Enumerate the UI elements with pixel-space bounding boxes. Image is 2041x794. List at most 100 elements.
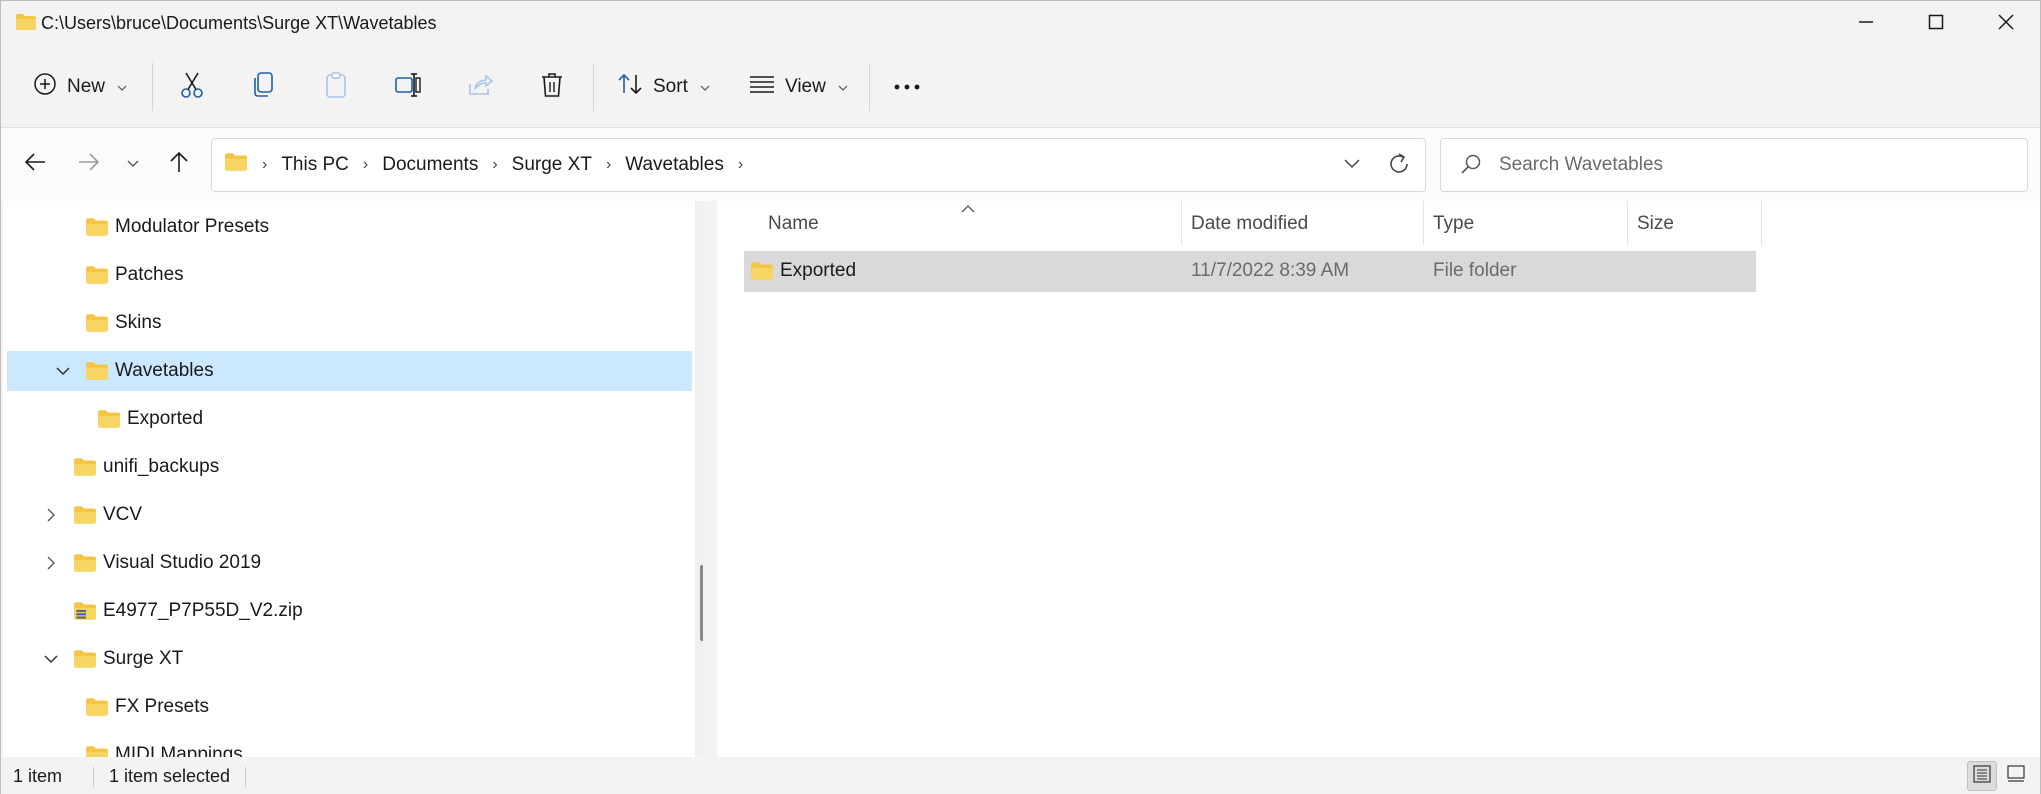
folder-icon	[224, 152, 248, 178]
breadcrumb: › This PC › Documents › Surge XT › Wavet…	[224, 139, 743, 191]
maximize-icon	[1928, 14, 1944, 35]
folder-icon	[73, 457, 97, 483]
tree-item-visual-studio-2019[interactable]: Visual Studio 2019	[7, 543, 692, 583]
share-icon	[467, 72, 494, 103]
close-icon	[1998, 13, 2014, 35]
tree-item-label: unifi_backups	[103, 456, 220, 477]
search-box[interactable]	[1440, 138, 2028, 192]
details-view-icon	[1973, 764, 1991, 788]
maximize-button[interactable]	[1901, 1, 1971, 47]
tree-item-wavetables[interactable]: Wavetables	[7, 351, 692, 391]
tree-item-unifi-backups[interactable]: unifi_backups	[7, 447, 692, 487]
delete-button[interactable]	[534, 69, 570, 105]
tree-item-skins[interactable]: Skins	[7, 303, 692, 343]
chevron-down-icon	[700, 80, 710, 94]
file-explorer-window: C:\Users\bruce\Documents\Surge XT\Waveta…	[0, 0, 2041, 794]
arrow-right-icon	[78, 152, 100, 177]
chevron-right-icon[interactable]: ›	[606, 156, 611, 174]
folder-icon	[85, 217, 109, 243]
expand-chevron-right-icon[interactable]	[41, 553, 61, 573]
nav-scrollbar-track[interactable]	[695, 201, 703, 757]
tree-item-zip-file[interactable]: E4977_P7P55D_V2.zip	[7, 591, 692, 631]
rename-button[interactable]	[390, 69, 426, 105]
cut-button[interactable]	[174, 69, 210, 105]
more-icon	[893, 78, 921, 96]
column-divider[interactable]	[1423, 201, 1424, 245]
column-header-size[interactable]: Size	[1637, 201, 1757, 247]
tree-item-vcv[interactable]: VCV	[7, 495, 692, 535]
column-divider[interactable]	[1181, 201, 1182, 245]
tree-item-exported[interactable]: Exported	[7, 399, 692, 439]
tree-item-label: Skins	[115, 312, 162, 333]
more-options-button[interactable]	[889, 69, 925, 105]
breadcrumb-surge-xt[interactable]: Surge XT	[512, 154, 592, 176]
file-type: File folder	[1433, 260, 1517, 281]
tree-item-fx-presets[interactable]: FX Presets	[7, 687, 692, 727]
chevron-right-icon[interactable]: ›	[363, 156, 368, 174]
plus-circle-icon	[33, 72, 57, 102]
column-header-type[interactable]: Type	[1433, 201, 1623, 247]
file-row[interactable]: Exported 11/7/2022 8:39 AM File folder	[744, 251, 1756, 292]
column-divider[interactable]	[1761, 201, 1762, 245]
chevron-down-icon	[838, 80, 848, 94]
view-button-label: View	[785, 76, 826, 97]
tree-item-label: Patches	[115, 264, 184, 285]
folder-icon	[85, 313, 109, 339]
forward-button[interactable]	[71, 146, 107, 182]
search-input[interactable]	[1499, 139, 1999, 191]
recent-locations-button[interactable]	[115, 146, 151, 182]
refresh-button[interactable]	[1387, 151, 1411, 182]
window-title: C:\Users\bruce\Documents\Surge XT\Waveta…	[41, 13, 437, 33]
back-button[interactable]	[17, 146, 53, 182]
column-header-label: Name	[768, 213, 819, 234]
tree-item-label: Surge XT	[103, 648, 184, 669]
tiles-view-button[interactable]	[2001, 761, 2031, 791]
up-button[interactable]	[161, 146, 197, 182]
sort-button-label: Sort	[653, 76, 688, 97]
chevron-down-icon	[1343, 159, 1361, 179]
folder-icon	[85, 265, 109, 291]
chevron-right-icon[interactable]: ›	[738, 156, 743, 174]
tree-item-label: Modulator Presets	[115, 216, 270, 237]
breadcrumb-documents[interactable]: Documents	[382, 154, 478, 176]
toolbar-divider	[869, 63, 870, 111]
address-bar[interactable]: › This PC › Documents › Surge XT › Wavet…	[211, 138, 1426, 192]
folder-icon	[750, 261, 774, 287]
column-header-date-modified[interactable]: Date modified	[1191, 201, 1421, 247]
tree-item-surge-xt[interactable]: Surge XT	[7, 639, 692, 679]
folder-icon	[85, 745, 109, 757]
rename-icon	[394, 71, 422, 104]
nav-scrollbar-thumb[interactable]	[700, 565, 703, 641]
new-button[interactable]: New	[33, 65, 127, 109]
share-button[interactable]	[462, 69, 498, 105]
view-button[interactable]: View	[749, 65, 848, 109]
copy-button[interactable]	[246, 69, 282, 105]
navigation-pane: Modulator Presets Patches Skins Wavetabl…	[3, 201, 703, 757]
refresh-icon	[1387, 153, 1411, 181]
expand-chevron-right-icon[interactable]	[41, 505, 61, 525]
tree-item-midi-mappings[interactable]: MIDI Mappings	[7, 735, 692, 757]
column-header-name[interactable]: Name	[768, 201, 1098, 247]
sort-button[interactable]: Sort	[617, 65, 710, 109]
title-bar: C:\Users\bruce\Documents\Surge XT\Waveta…	[1, 1, 2040, 47]
minimize-button[interactable]	[1831, 1, 1901, 47]
expand-chevron-down-icon[interactable]	[53, 361, 73, 381]
column-divider[interactable]	[1627, 201, 1628, 245]
folder-icon	[15, 13, 37, 36]
toolbar-divider	[593, 63, 594, 111]
delete-icon	[540, 71, 564, 104]
details-view-button[interactable]	[1967, 761, 1997, 791]
tree-item-patches[interactable]: Patches	[7, 255, 692, 295]
tree-item-label: Visual Studio 2019	[103, 552, 262, 573]
tree-item-label: Exported	[127, 408, 204, 429]
expand-chevron-down-icon[interactable]	[41, 649, 61, 669]
close-button[interactable]	[1971, 1, 2041, 47]
address-history-dropdown[interactable]	[1343, 153, 1361, 180]
chevron-right-icon[interactable]: ›	[492, 156, 497, 174]
tree-item-modulator-presets[interactable]: Modulator Presets	[7, 207, 692, 247]
tree-item-label: VCV	[103, 504, 143, 525]
breadcrumb-wavetables[interactable]: Wavetables	[625, 154, 724, 176]
folder-icon	[97, 409, 121, 435]
paste-button[interactable]	[318, 69, 354, 105]
breadcrumb-this-pc[interactable]: This PC	[281, 154, 349, 176]
